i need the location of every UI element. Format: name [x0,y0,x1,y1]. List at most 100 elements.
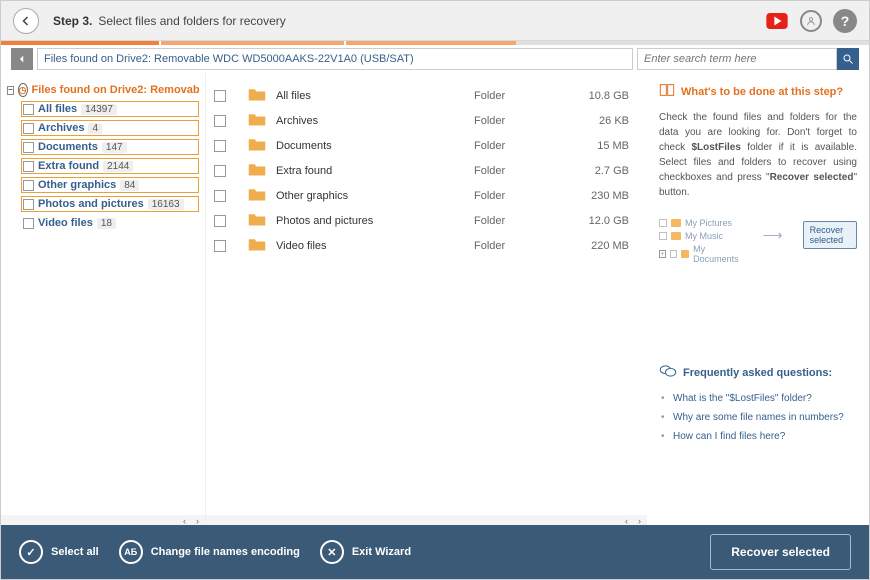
checkbox[interactable] [23,123,34,134]
path-bar: Files found on Drive2: Removable WDC WD5… [1,45,869,73]
path-back-button[interactable] [11,48,33,70]
checkbox[interactable] [214,115,226,127]
file-row[interactable]: Documents Folder 15 MB [214,133,639,158]
folder-icon [248,237,276,255]
file-size: 26 KB [574,115,639,127]
tree-item-label: Archives [38,122,84,134]
folder-icon [248,212,276,230]
file-row[interactable]: Extra found Folder 2.7 GB [214,158,639,183]
page-title: Select files and folders for recovery [98,14,285,28]
tree-item-label: All files [38,103,77,115]
faq-heading: Frequently asked questions: [659,364,857,381]
help-icon[interactable]: ? [833,9,857,33]
file-type: Folder [474,115,574,127]
tree-item[interactable]: Other graphics 84 [21,177,199,193]
checkbox[interactable] [214,140,226,152]
recover-selected-button[interactable]: Recover selected [710,534,851,570]
file-size: 12.0 GB [574,215,639,227]
faq-link[interactable]: How can I find files here? [659,427,857,446]
file-type: Folder [474,165,574,177]
file-size: 10.8 GB [574,90,639,102]
file-type: Folder [474,240,574,252]
file-size: 220 MB [574,240,639,252]
file-type: Folder [474,215,574,227]
checkbox[interactable] [23,218,34,229]
tree-item[interactable]: All files 14397 [21,101,199,117]
file-size: 230 MB [574,190,639,202]
folder-icon [248,137,276,155]
illustration-button: Recover selected [803,221,857,249]
back-button[interactable] [13,8,39,34]
footer: ✓ Select all AБ Change file names encodi… [1,525,869,579]
tree-item-label: Video files [38,217,93,229]
collapse-icon[interactable]: − [7,86,14,95]
exit-wizard-button[interactable]: ✕ Exit Wizard [320,540,411,564]
select-all-button[interactable]: ✓ Select all [19,540,99,564]
file-size: 2.7 GB [574,165,639,177]
tree-item-count: 84 [120,180,139,191]
checkbox[interactable] [214,165,226,177]
tree-item-label: Photos and pictures [38,198,144,210]
file-list: All files Folder 10.8 GB Archives Folder… [206,73,647,527]
tree-item-count: 2144 [103,161,133,172]
file-type: Folder [474,140,574,152]
file-row[interactable]: All files Folder 10.8 GB [214,83,639,108]
file-name: Documents [276,140,474,152]
checkbox[interactable] [214,190,226,202]
file-name: Photos and pictures [276,215,474,227]
youtube-icon[interactable] [765,9,789,33]
tree-root-label: Files found on Drive2: Removab [32,84,200,96]
sidebar-text: Check the found files and folders for th… [659,110,857,200]
help-sidebar: What's to be done at this step? Check th… [647,73,869,527]
search-button[interactable] [837,48,859,70]
tree-item-count: 147 [102,142,127,153]
tree-item[interactable]: Documents 147 [21,139,199,155]
folder-icon [248,87,276,105]
tree-item-label: Extra found [38,160,99,172]
checkbox[interactable] [23,142,34,153]
tree-item[interactable]: Video files 18 [21,215,199,231]
file-size: 15 MB [574,140,639,152]
checkbox[interactable] [23,104,34,115]
checkbox[interactable] [214,215,226,227]
account-icon[interactable] [799,9,823,33]
tree-item-count: 18 [97,218,116,229]
folder-icon [248,187,276,205]
main-area: − ◷ Files found on Drive2: Removab All f… [1,73,869,527]
book-icon [659,83,675,100]
file-row[interactable]: Archives Folder 26 KB [214,108,639,133]
file-type: Folder [474,190,574,202]
close-icon: ✕ [320,540,344,564]
tree-item-label: Documents [38,141,98,153]
tree-root[interactable]: − ◷ Files found on Drive2: Removab [7,83,199,97]
faq-link[interactable]: Why are some file names in numbers? [659,408,857,427]
select-all-icon: ✓ [19,540,43,564]
tree-item-label: Other graphics [38,179,116,191]
checkbox[interactable] [23,180,34,191]
tree-item-count: 14397 [81,104,117,115]
tree-item[interactable]: Extra found 2144 [21,158,199,174]
search-input[interactable] [637,48,837,70]
step-label: Step 3. [53,14,92,28]
arrow-icon: ⟶ [763,227,783,244]
checkbox[interactable] [23,199,34,210]
encoding-icon: AБ [119,540,143,564]
header: Step 3. Select files and folders for rec… [1,1,869,41]
tree-item[interactable]: Photos and pictures 16163 [21,196,199,212]
checkbox[interactable] [214,240,226,252]
tree-item[interactable]: Archives 4 [21,120,199,136]
file-name: Extra found [276,165,474,177]
folder-icon [248,112,276,130]
file-row[interactable]: Photos and pictures Folder 12.0 GB [214,208,639,233]
file-name: Other graphics [276,190,474,202]
file-row[interactable]: Video files Folder 220 MB [214,233,639,258]
file-type: Folder [474,90,574,102]
path-display[interactable]: Files found on Drive2: Removable WDC WD5… [37,48,633,70]
file-row[interactable]: Other graphics Folder 230 MB [214,183,639,208]
faq-link[interactable]: What is the "$LostFiles" folder? [659,389,857,408]
encoding-button[interactable]: AБ Change file names encoding [119,540,300,564]
tree-item-count: 16163 [148,199,184,210]
folder-icon [248,162,276,180]
checkbox[interactable] [214,90,226,102]
checkbox[interactable] [23,161,34,172]
